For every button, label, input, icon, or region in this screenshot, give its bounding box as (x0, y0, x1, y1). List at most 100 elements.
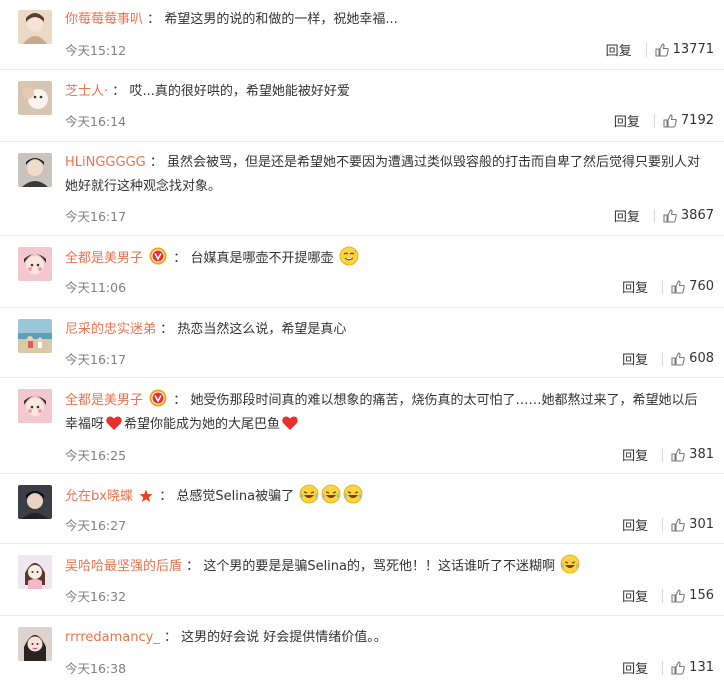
comment-text: 总感觉Selina被骗了 (176, 489, 295, 504)
thumbs-up-icon (671, 517, 685, 532)
star-badge-icon (139, 489, 153, 502)
like-count: 760 (689, 279, 714, 294)
separator: ： (186, 559, 200, 574)
username-link[interactable]: 允在bx晓蝶 (65, 489, 133, 504)
separator: ： (159, 489, 173, 504)
thumbs-up-icon (663, 113, 677, 128)
avatar[interactable] (18, 153, 52, 187)
reply-button[interactable]: 回复 (614, 111, 640, 130)
separator: ： (163, 630, 177, 645)
divider (662, 447, 664, 462)
username-link[interactable]: rrrredamancy_ (65, 630, 160, 645)
red-heart-icon (282, 416, 298, 430)
avatar[interactable] (18, 485, 52, 519)
comment-item: 你莓莓莓事叭 ： 希望这男的说的和做的一样，祝她幸福... 今天15:12 回复… (0, 0, 724, 70)
like-count: 3867 (680, 208, 714, 223)
like-button[interactable]: 301 (671, 517, 714, 532)
comment-item: 尼采的忠实迷弟 ： 热恋当然这么说，希望是真心 今天16:17 回复 608 (0, 308, 724, 378)
like-button[interactable]: 608 (671, 351, 714, 366)
laugh-cry-emoji-icon (299, 484, 319, 504)
like-button[interactable]: 760 (671, 279, 714, 294)
username-link[interactable]: HLiNGGGGG (65, 155, 146, 170)
vip-badge-icon (149, 247, 167, 265)
comment-item: 吴哈哈最坚强的后盾 ： 这个男的要是是骗Selina的，骂死他！！这话谁听了不迷… (0, 544, 724, 616)
avatar[interactable] (18, 389, 52, 423)
reply-button[interactable]: 回复 (622, 277, 648, 296)
separator: ： (160, 322, 174, 337)
like-button[interactable]: 381 (671, 447, 714, 462)
laugh-cry-emoji-icon (321, 484, 341, 504)
username-link[interactable]: 全都是美男子 (65, 251, 143, 266)
separator: ： (173, 251, 187, 266)
like-button[interactable]: 131 (671, 660, 714, 675)
like-count: 608 (689, 351, 714, 366)
comment-text: 台媒真是哪壶不开提哪壶 (190, 251, 334, 266)
avatar[interactable] (18, 10, 52, 44)
comment-item: 全都是美男子 ： 她受伤那段时间真的难以想象的痛苦，烧伤真的太可怕了……她都熬过… (0, 378, 724, 474)
avatar[interactable] (18, 555, 52, 589)
username-link[interactable]: 你莓莓莓事叭 (65, 12, 143, 27)
avatar[interactable] (18, 81, 52, 115)
avatar[interactable] (18, 247, 52, 281)
reply-button[interactable]: 回复 (622, 445, 648, 464)
reply-button[interactable]: 回复 (622, 586, 648, 605)
reply-button[interactable]: 回复 (606, 40, 632, 59)
avatar[interactable] (18, 627, 52, 661)
username-link[interactable]: 芝士人· (65, 84, 108, 99)
laugh-cry-emoji-icon (343, 484, 363, 504)
comment-text: 哎...真的很好哄的，希望她能被好好爱 (129, 84, 350, 99)
reply-button[interactable]: 回复 (622, 515, 648, 534)
username-link[interactable]: 吴哈哈最坚强的后盾 (65, 559, 182, 574)
comment-item: 芝士人· ： 哎...真的很好哄的，希望她能被好好爱 今天16:14 回复 71… (0, 70, 724, 142)
like-button[interactable]: 13771 (655, 42, 714, 57)
comment-item: 全都是美男子 ： 台媒真是哪壶不开提哪壶 今天11:06 回复 760 (0, 236, 724, 308)
like-button[interactable]: 3867 (663, 208, 714, 223)
timestamp: 今天16:32 (65, 589, 127, 604)
thumbs-up-icon (671, 351, 685, 366)
timestamp: 今天15:12 (65, 43, 127, 58)
divider (645, 42, 647, 57)
timestamp: 今天16:17 (65, 209, 127, 224)
comment-item: HLiNGGGGG ： 虽然会被骂，但是还是希望她不要因为遭遇过类似毁容般的打击… (0, 142, 724, 236)
username-link[interactable]: 尼采的忠实迷弟 (65, 322, 156, 337)
reply-button[interactable]: 回复 (622, 349, 648, 368)
timestamp: 今天16:25 (65, 448, 127, 463)
divider (662, 660, 664, 675)
separator: ： (147, 12, 161, 27)
thumbs-up-icon (671, 588, 685, 603)
reply-button[interactable]: 回复 (614, 206, 640, 225)
separator: ： (112, 84, 126, 99)
comment-text: 这男的好会说 好会提供情绪价值。。 (181, 630, 387, 645)
like-count: 131 (689, 660, 714, 675)
timestamp: 今天16:17 (65, 352, 127, 367)
laugh-cry-emoji-icon (560, 554, 580, 574)
like-count: 156 (689, 588, 714, 603)
timestamp: 今天16:14 (65, 114, 127, 129)
timestamp: 今天16:27 (65, 518, 127, 533)
timestamp: 今天16:38 (65, 661, 127, 676)
timestamp: 今天11:06 (65, 280, 127, 295)
username-link[interactable]: 全都是美男子 (65, 393, 143, 408)
reply-button[interactable]: 回复 (622, 658, 648, 677)
comment-item: rrrredamancy_ ： 这男的好会说 好会提供情绪价值。。 今天16:3… (0, 616, 724, 680)
thumbs-up-icon (671, 447, 685, 462)
thumbs-up-icon (671, 660, 685, 675)
like-button[interactable]: 156 (671, 588, 714, 603)
avatar[interactable] (18, 319, 52, 353)
vip-badge-icon (149, 389, 167, 407)
like-button[interactable]: 7192 (663, 113, 714, 128)
comment-text: 这个男的要是是骗Selina的，骂死他！！这话谁听了不迷糊啊 (203, 559, 555, 574)
like-count: 13771 (672, 42, 714, 57)
divider (662, 517, 664, 532)
sweat-smile-emoji-icon (339, 246, 359, 266)
divider (662, 279, 664, 294)
comment-text: 热恋当然这么说，希望是真心 (177, 322, 347, 337)
comment-text-continued: 希望你能成为她的大尾巴鱼 (124, 417, 281, 432)
like-count: 301 (689, 517, 714, 532)
divider (653, 208, 655, 223)
divider (662, 351, 664, 366)
separator: ： (173, 393, 187, 408)
like-count: 7192 (680, 113, 714, 128)
thumbs-up-icon (655, 42, 669, 57)
thumbs-up-icon (663, 208, 677, 223)
